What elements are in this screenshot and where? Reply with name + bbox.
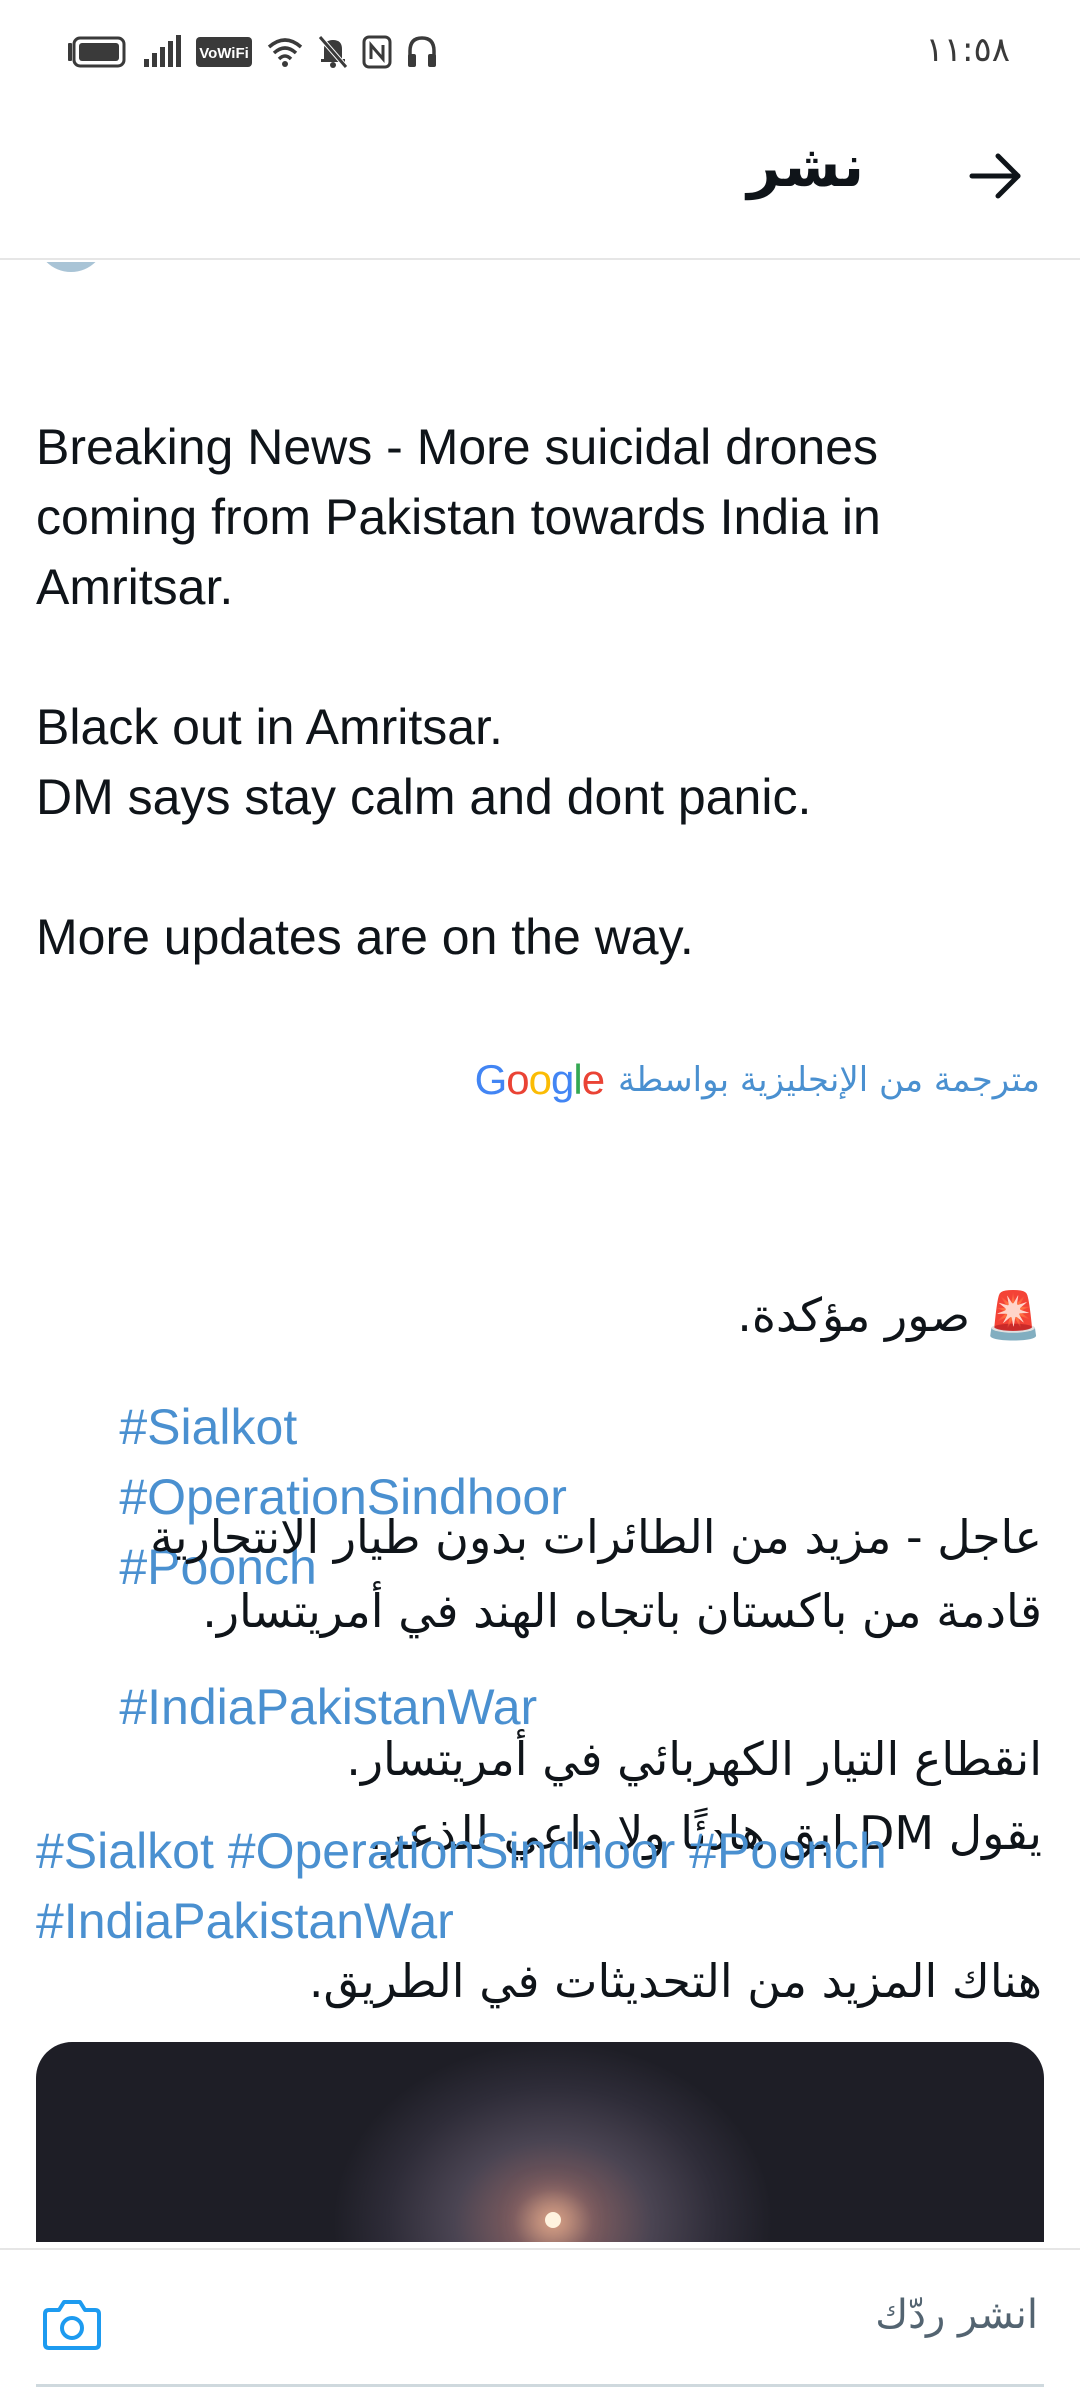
vowifi-icon: VoWiFi [196,35,252,69]
hashtag-link[interactable]: #Poonch [689,1823,886,1879]
battery-icon [66,35,128,69]
headphones-icon [406,35,438,69]
signal-icon [142,35,182,69]
google-logo: Google [474,1056,605,1103]
translation-attribution[interactable]: مترجمة من الإنجليزية بواسطة Google [475,1056,1040,1104]
mute-bell-icon [318,35,348,69]
tweet-detail: Breaking News - More suicidal drones com… [0,262,1080,2242]
status-icons: VoWiFi [66,30,438,74]
nfc-icon [362,35,392,69]
top-app-bar: نشر [0,100,1080,260]
hashtag-link[interactable]: #IndiaPakistanWar [36,1893,454,1949]
avatar[interactable] [36,262,106,272]
wifi-icon [266,35,304,69]
media-light-glow [545,2212,561,2228]
reply-input[interactable] [180,2280,1040,2350]
siren-icon: 🚨 [984,1288,1042,1342]
hashtag-link[interactable]: #Sialkot [36,1823,214,1879]
tweet-translation-first-line: 🚨 صور مؤكدة. [32,1278,1042,1352]
status-bar: VoWiFi ١١:٥٨ [0,0,1080,100]
reply-bar [0,2248,1080,2400]
hashtag-row-translated: #Sialkot #OperationSindhoor #Poonch #Ind… [36,1816,1046,1956]
arrow-right-icon [968,152,1024,204]
page-title: نشر [747,132,864,200]
status-time: ١١:٥٨ [925,30,1010,70]
tweet-translation: 🚨 صور مؤكدة. عاجل - مزيد من الطائرات بدو… [32,1130,1042,2166]
camera-button[interactable] [40,2294,104,2358]
reply-input-underline [36,2384,1044,2387]
tweet-body-en: Breaking News - More suicidal drones com… [36,419,881,965]
translation-first-text: صور مؤكدة. [737,1288,971,1342]
back-button[interactable] [964,146,1028,210]
translation-label: مترجمة من الإنجليزية بواسطة [618,1060,1040,1100]
tweet-media-image[interactable] [36,2042,1044,2242]
hashtag-link[interactable]: #OperationSindhoor [228,1823,676,1879]
vowifi-label: VoWiFi [199,45,249,62]
camera-icon [43,2298,101,2354]
